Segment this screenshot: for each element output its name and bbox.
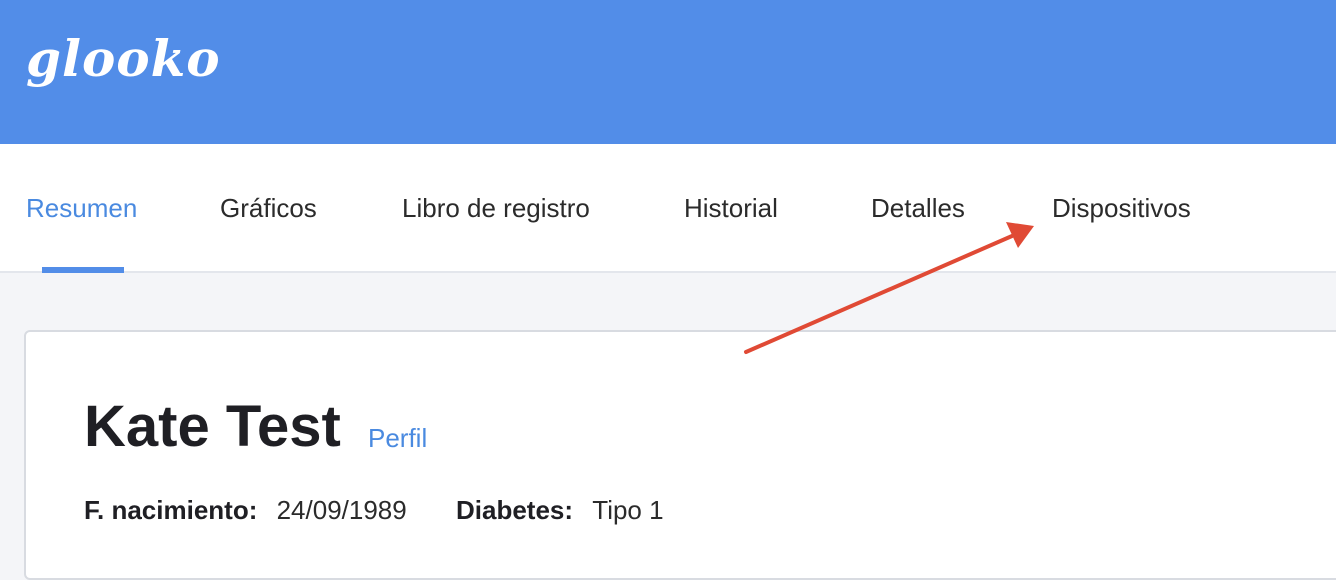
active-tab-indicator <box>42 267 124 273</box>
tab-resumen[interactable]: Resumen <box>26 190 137 226</box>
tab-graficos[interactable]: Gráficos <box>220 190 317 226</box>
patient-name: Kate Test <box>84 394 341 459</box>
tab-libro-de-registro[interactable]: Libro de registro <box>402 190 590 226</box>
top-header-bar: glooko <box>0 0 1336 144</box>
tab-historial[interactable]: Historial <box>684 190 778 226</box>
diabetes-value: Tipo 1 <box>592 495 664 525</box>
dob-field: F. nacimiento: 24/09/1989 <box>84 492 407 528</box>
glooko-logo[interactable]: glooko <box>26 24 221 94</box>
tab-detalles[interactable]: Detalles <box>871 190 965 226</box>
main-tab-bar: Resumen Gráficos Libro de registro Histo… <box>0 144 1336 273</box>
dob-label: F. nacimiento: <box>84 495 258 525</box>
diabetes-field: Diabetes: Tipo 1 <box>456 492 664 528</box>
profile-link[interactable]: Perfil <box>368 420 427 456</box>
patient-summary-card: Kate Test Perfil F. nacimiento: 24/09/19… <box>24 330 1336 580</box>
tab-dispositivos[interactable]: Dispositivos <box>1052 190 1191 226</box>
dob-value: 24/09/1989 <box>276 495 407 525</box>
diabetes-label: Diabetes: <box>456 495 574 525</box>
